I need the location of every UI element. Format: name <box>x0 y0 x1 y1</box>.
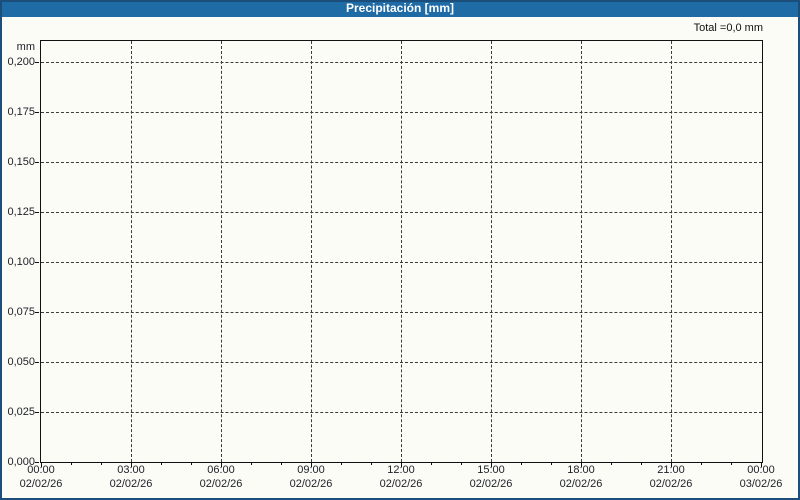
x-axis-major-tick <box>581 462 582 467</box>
x-axis-minor-tick <box>701 462 702 465</box>
gridline-vertical <box>671 41 672 462</box>
x-axis-major-tick <box>671 462 672 467</box>
chart-panel: Precipitación [mm] Total =0,0 mm mm 0,20… <box>0 0 800 500</box>
y-axis-tick <box>35 162 39 163</box>
y-axis-tick <box>35 112 39 113</box>
x-axis-date-label: 02/02/26 <box>379 478 423 490</box>
x-axis-minor-tick <box>551 462 552 465</box>
gridline-vertical <box>401 41 402 462</box>
plot-grid <box>41 41 762 462</box>
y-axis-tick-label: 0,075 <box>7 306 35 318</box>
x-axis-minor-tick <box>251 462 252 465</box>
x-axis-minor-tick <box>161 462 162 465</box>
x-axis-minor-tick <box>731 462 732 465</box>
gridline-vertical <box>581 41 582 462</box>
y-axis-tick-label: 0,100 <box>7 256 35 268</box>
y-axis-tick-label: 0,175 <box>7 106 35 118</box>
x-axis-date-label: 02/02/26 <box>199 478 243 490</box>
y-axis-tick <box>35 212 39 213</box>
x-axis-major-tick <box>401 462 402 467</box>
x-axis-minor-tick <box>521 462 522 465</box>
gridline-vertical <box>311 41 312 462</box>
x-axis-minor-tick <box>641 462 642 465</box>
x-axis-major-tick <box>761 462 762 467</box>
y-axis-tick <box>35 462 39 463</box>
total-value-label: Total =0,0 mm <box>693 22 763 34</box>
x-axis-minor-tick <box>611 462 612 465</box>
y-axis-tick <box>35 412 39 413</box>
y-axis-tick <box>35 362 39 363</box>
y-axis-tick-label: 0,200 <box>7 56 35 68</box>
y-axis-tick-label: 0,050 <box>7 356 35 368</box>
y-axis-tick <box>35 262 39 263</box>
x-axis-date-label: 03/02/26 <box>739 478 783 490</box>
y-axis-tick <box>35 312 39 313</box>
gridline-vertical <box>491 41 492 462</box>
x-axis-date-label: 02/02/26 <box>649 478 693 490</box>
x-axis-date-label: 02/02/26 <box>289 478 333 490</box>
x-axis-date-label: 02/02/26 <box>559 478 603 490</box>
x-axis-minor-tick <box>461 462 462 465</box>
chart-title: Precipitación [mm] <box>345 1 455 15</box>
x-axis-date-label: 02/02/26 <box>469 478 513 490</box>
x-axis-major-tick <box>491 462 492 467</box>
x-axis-date-label: 02/02/26 <box>109 478 153 490</box>
x-axis-major-tick <box>311 462 312 467</box>
x-axis-minor-tick <box>371 462 372 465</box>
title-bar: Precipitación [mm] <box>0 0 800 17</box>
gridline-vertical <box>131 41 132 462</box>
y-axis-unit-label: mm <box>16 41 35 53</box>
x-axis-date-label: 02/02/26 <box>19 478 63 490</box>
y-axis-tick-label: 0,125 <box>7 206 35 218</box>
x-axis-minor-tick <box>431 462 432 465</box>
x-axis-major-tick <box>41 462 42 467</box>
x-axis-minor-tick <box>281 462 282 465</box>
x-axis-minor-tick <box>191 462 192 465</box>
x-axis-minor-tick <box>341 462 342 465</box>
x-axis-major-tick <box>131 462 132 467</box>
y-axis-tick-label: 0,150 <box>7 156 35 168</box>
y-axis-tick-label: 0,025 <box>7 406 35 418</box>
x-axis-minor-tick <box>71 462 72 465</box>
gridline-vertical <box>221 41 222 462</box>
x-axis-minor-tick <box>101 462 102 465</box>
plot-area[interactable] <box>40 40 763 463</box>
y-axis-tick <box>35 62 39 63</box>
x-axis-major-tick <box>221 462 222 467</box>
